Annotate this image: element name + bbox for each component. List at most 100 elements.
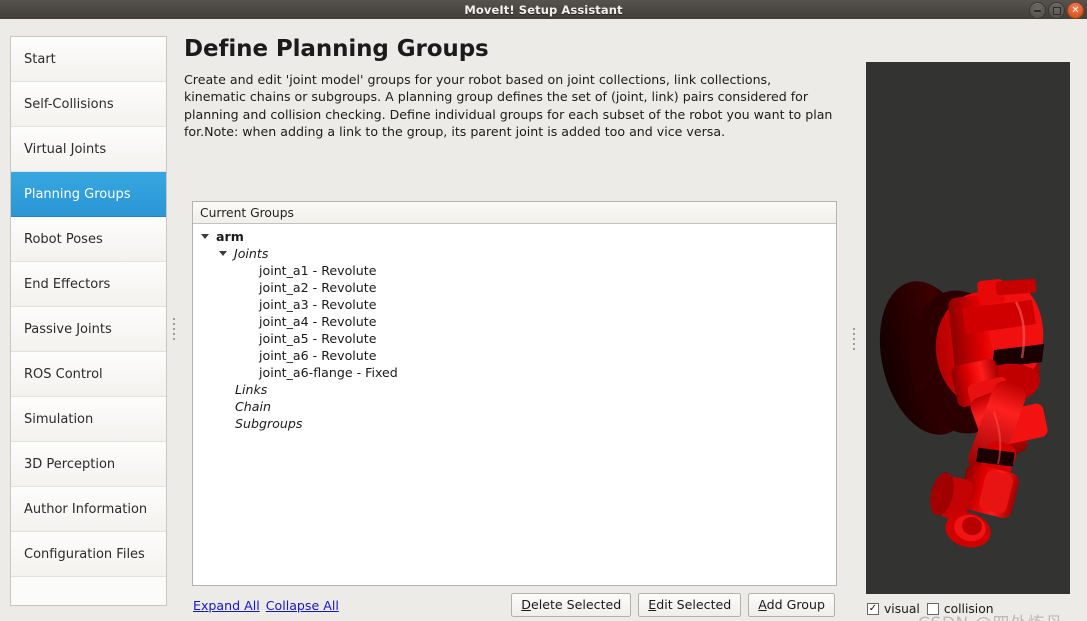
maximize-icon — [1052, 6, 1061, 15]
tree-action-links: Expand All Collapse All — [193, 598, 339, 613]
page-title: Define Planning Groups — [184, 36, 489, 62]
splitter-dot — [852, 348, 855, 350]
tree-node-label: joint_a6-flange - Fixed — [259, 365, 398, 380]
sidebar-item-label: Virtual Joints — [24, 141, 107, 157]
tree-row[interactable]: joint_a5 - Revolute — [193, 330, 836, 347]
tree-row[interactable]: joint_a4 - Revolute — [193, 313, 836, 330]
collision-checkbox-label: collision — [943, 602, 994, 616]
chevron-down-icon[interactable] — [219, 251, 227, 256]
button-label: elete Selected — [530, 597, 622, 612]
application-window: MoveIt! Setup Assistant ✕ Start Self-Col… — [0, 0, 1087, 621]
button-mnemonic: D — [521, 597, 531, 612]
sidebar-item-label: Simulation — [24, 411, 94, 427]
collision-checkbox[interactable] — [926, 603, 939, 615]
splitter-dot — [852, 343, 855, 345]
sidebar-item-label: Passive Joints — [24, 321, 112, 337]
current-groups-tree[interactable]: Current Groups arm Joints joint_a1 - Rev… — [192, 201, 837, 586]
robot-3d-viewport[interactable] — [866, 62, 1070, 594]
tree-body: arm Joints joint_a1 - Revolute joint_a2 … — [193, 224, 836, 585]
delete-selected-button[interactable]: Delete Selected — [511, 593, 632, 617]
sidebar-item-planning-groups[interactable]: Planning Groups — [11, 172, 166, 217]
tree-row[interactable]: Links — [193, 381, 836, 398]
splitter-dot — [172, 333, 175, 335]
tree-node-label: joint_a2 - Revolute — [259, 280, 377, 295]
sidebar-item-end-effectors[interactable]: End Effectors — [11, 262, 166, 307]
tree-column-header: Current Groups — [193, 202, 836, 224]
tree-node-label: joint_a6 - Revolute — [259, 348, 377, 363]
sidebar-item-label: Author Information — [24, 501, 148, 517]
window-controls: ✕ — [1029, 2, 1084, 19]
tree-row[interactable]: joint_a6 - Revolute — [193, 347, 836, 364]
tree-node-label: Joints — [234, 246, 269, 261]
group-action-buttons: Delete Selected Edit Selected Add Group — [511, 593, 835, 617]
collision-checkbox-wrapper[interactable]: collision — [926, 602, 994, 616]
right-splitter-handle[interactable] — [849, 309, 858, 369]
sidebar-item-label: ROS Control — [24, 366, 103, 382]
left-splitter-handle[interactable] — [169, 299, 178, 359]
page-description: Create and edit 'joint model' groups for… — [184, 72, 833, 139]
sidebar-item-label: Self-Collisions — [24, 96, 114, 112]
splitter-dot — [852, 338, 855, 340]
main-panel: Define Planning Groups Create and edit '… — [182, 36, 845, 617]
tree-row[interactable]: arm — [193, 228, 836, 245]
sidebar-item-label: Start — [24, 51, 56, 67]
sidebar-item-ros-control[interactable]: ROS Control — [11, 352, 166, 397]
tree-row[interactable]: joint_a3 - Revolute — [193, 296, 836, 313]
tree-row[interactable]: joint_a1 - Revolute — [193, 262, 836, 279]
sidebar-item-passive-joints[interactable]: Passive Joints — [11, 307, 166, 352]
tree-row[interactable]: Chain — [193, 398, 836, 415]
sidebar-item-simulation[interactable]: Simulation — [11, 397, 166, 442]
button-mnemonic: A — [758, 597, 767, 612]
splitter-dot — [852, 328, 855, 330]
sidebar-item-start[interactable]: Start — [11, 37, 166, 82]
title-bar: MoveIt! Setup Assistant ✕ — [0, 0, 1087, 20]
minimize-icon — [1034, 9, 1041, 12]
edit-selected-button[interactable]: Edit Selected — [638, 593, 742, 617]
sidebar-item-3d-perception[interactable]: 3D Perception — [11, 442, 166, 487]
expand-all-link[interactable]: Expand All — [193, 598, 260, 613]
collapse-all-link[interactable]: Collapse All — [266, 598, 339, 613]
sidebar-item-label: Robot Poses — [24, 231, 103, 247]
sidebar-item-author-information[interactable]: Author Information — [11, 487, 166, 532]
tree-row[interactable]: joint_a2 - Revolute — [193, 279, 836, 296]
splitter-dot — [172, 323, 175, 325]
display-options-row: ✓ visual collision — [867, 602, 994, 616]
sidebar-item-robot-poses[interactable]: Robot Poses — [11, 217, 166, 262]
tree-row[interactable]: joint_a6-flange - Fixed — [193, 364, 836, 381]
tree-node-label: joint_a1 - Revolute — [259, 263, 377, 278]
button-label: dd Group — [766, 597, 825, 612]
sidebar-item-self-collisions[interactable]: Self-Collisions — [11, 82, 166, 127]
tree-node-label: arm — [216, 229, 244, 244]
add-group-button[interactable]: Add Group — [748, 593, 835, 617]
tree-node-label: joint_a3 - Revolute — [259, 297, 377, 312]
sidebar-item-label: 3D Perception — [24, 456, 116, 472]
splitter-dot — [852, 333, 855, 335]
window-title: MoveIt! Setup Assistant — [464, 2, 623, 17]
sidebar-item-configuration-files[interactable]: Configuration Files — [11, 532, 166, 577]
navigation-sidebar: Start Self-Collisions Virtual Joints Pla… — [10, 36, 167, 606]
splitter-dot — [172, 338, 175, 340]
window-content: Start Self-Collisions Virtual Joints Pla… — [0, 19, 1087, 621]
chevron-down-icon[interactable] — [201, 234, 209, 239]
robot-model-render — [879, 278, 1048, 548]
tree-node-label: joint_a5 - Revolute — [259, 331, 377, 346]
tree-node-label: joint_a4 - Revolute — [259, 314, 377, 329]
button-label: dit Selected — [656, 597, 732, 612]
maximize-button[interactable] — [1048, 2, 1065, 19]
tree-row[interactable]: Joints — [193, 245, 836, 262]
sidebar-item-virtual-joints[interactable]: Virtual Joints — [11, 127, 166, 172]
visual-checkbox-label: visual — [884, 602, 920, 616]
visual-checkbox-wrapper[interactable]: ✓ visual — [867, 602, 920, 616]
visual-checkbox[interactable]: ✓ — [867, 603, 879, 615]
minimize-button[interactable] — [1029, 2, 1046, 19]
sidebar-item-label: Planning Groups — [24, 186, 131, 202]
tree-row[interactable]: Subgroups — [193, 415, 836, 432]
sidebar-item-label: End Effectors — [24, 276, 111, 292]
splitter-dot — [172, 318, 175, 320]
splitter-dot — [172, 328, 175, 330]
tree-node-label: Chain — [235, 399, 271, 414]
tree-node-label: Links — [235, 382, 268, 397]
close-button[interactable]: ✕ — [1067, 2, 1084, 19]
sidebar-item-label: Configuration Files — [24, 546, 145, 562]
sidebar-empty-area — [11, 577, 166, 605]
